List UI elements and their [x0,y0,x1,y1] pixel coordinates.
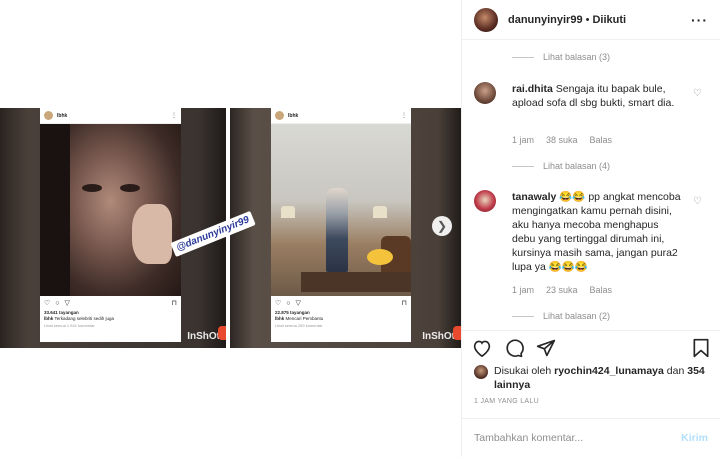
post-timestamp[interactable]: 1 JAM YANG LALU [474,398,539,405]
screenshot-actions: ♡ ○ ▽ ⊓ [271,296,411,310]
screenshot-username: lbhk [288,112,299,119]
post-media: lbhk ⋮ ♡ ○ ▽ ⊓ 33.641 tayangan lbhk Terk… [0,0,461,457]
heart-icon [473,340,491,357]
next-slide-button[interactable]: ❯ [432,216,452,236]
instagram-post-view: lbhk ⋮ ♡ ○ ▽ ⊓ 33.641 tayangan lbhk Terk… [0,0,720,457]
more-options-icon[interactable]: ··· [691,12,708,28]
bookmark-icon: ⊓ [401,300,407,307]
reply-button[interactable]: Balas [590,135,613,145]
comment-body: rai.dhita Sengaja itu bapak bule, apload… [512,82,682,110]
comment-body: tanawaly 😂😂 pp angkat mencoba mengingatk… [512,190,682,274]
screenshot-avatar [44,111,53,120]
more-icon: ⋮ [401,113,407,119]
post-comment-button[interactable]: Kirim [681,432,708,444]
heart-icon: ♡ [275,300,282,307]
likes-prefix: Disukai oleh [494,365,552,377]
screenshot-view-all: Lihat semua 259 komentar [275,323,323,328]
comment-time: 1 jam [512,135,535,145]
screenshot-actions: ♡ ○ ▽ ⊓ [40,296,181,310]
video-panel-left: lbhk ⋮ ♡ ○ ▽ ⊓ 33.641 tayangan lbhk Terk… [0,108,226,348]
screenshot-avatar [275,111,284,120]
pointing-hand-emoji [367,249,393,265]
comments-list[interactable]: Lihat balasan (3) rai.dhita Sengaja itu … [462,40,720,330]
liker-avatar[interactable] [474,365,488,379]
header-separator: • [585,13,590,26]
bookmark-icon [693,338,709,357]
screenshot-header: lbhk ⋮ [271,108,411,124]
save-button[interactable] [692,338,710,358]
commenter-avatar[interactable] [474,190,496,212]
comment-meta: 1 jam 23 suka Balas [512,285,612,295]
screenshot-username: lbhk [57,112,68,119]
screenshot-phone-left: lbhk ⋮ ♡ ○ ▽ ⊓ 33.641 tayangan lbhk Terk… [40,108,181,342]
video-collage[interactable]: lbhk ⋮ ♡ ○ ▽ ⊓ 33.641 tayangan lbhk Terk… [0,108,461,348]
follow-status-button[interactable]: Diikuti [592,14,626,26]
record-indicator [453,326,461,340]
comment-item: rai.dhita Sengaja itu bapak bule, apload… [474,82,708,110]
commenter-username[interactable]: tanawaly [512,191,556,203]
video-panel-right: lbhk ⋮ ♡ ○ ▽ ⊓ 22.875 tayangan lbhk Menc… [230,108,461,348]
liker-username[interactable]: ryochin424_lunamaya [554,365,664,377]
comment-likes[interactable]: 38 suka [546,135,578,145]
screenshot-phone-right: lbhk ⋮ ♡ ○ ▽ ⊓ 22.875 tayangan lbhk Menc… [271,108,411,342]
crying-woman-photo [40,124,181,296]
likes-middle: dan [666,365,685,377]
screenshot-caption: lbhk Terkadang selebriti sedih juga [44,316,114,321]
post-header: danunyinyir99 • Diikuti ··· [462,0,720,40]
screenshot-header: lbhk ⋮ [40,108,181,124]
vacuuming-man-photo [271,124,411,296]
commenter-avatar[interactable] [474,82,496,104]
post-side-panel: danunyinyir99 • Diikuti ··· Lihat balasa… [461,0,720,457]
like-comment-icon[interactable]: ♡ [693,196,702,207]
comment-item: tanawaly 😂😂 pp angkat mencoba mengingatk… [474,190,708,274]
comment-icon: ○ [55,299,60,307]
reply-button[interactable]: Balas [590,285,613,295]
bookmark-icon: ⊓ [171,300,177,307]
author-username[interactable]: danunyinyir99 [508,14,583,26]
share-button[interactable] [536,338,556,358]
post-actions [462,330,720,364]
likes-summary: Disukai oleh ryochin424_lunamaya dan 354… [474,364,712,392]
inshot-watermark: InShOt [187,331,220,342]
screenshot-caption: lbhk Mencari Pembantu [275,316,324,321]
share-icon: ▽ [64,300,70,307]
comment-icon: ○ [286,299,291,307]
commenter-username[interactable]: rai.dhita [512,83,553,95]
comment-button[interactable] [504,338,524,358]
like-comment-icon[interactable]: ♡ [693,88,702,99]
comment-text: 😂😂 pp angkat mencoba mengingatkan kamu p… [512,191,681,273]
screenshot-view-all: Lihat semua 1.541 komentar [44,323,95,328]
comment-meta: 1 jam 38 suka Balas [512,135,612,145]
heart-icon: ♡ [44,300,51,307]
add-comment-bar: Kirim [462,418,720,457]
like-button[interactable] [472,339,492,357]
view-replies-button[interactable]: Lihat balasan (2) [512,311,610,321]
author-avatar[interactable] [474,7,498,32]
record-indicator [218,326,226,340]
view-replies-button[interactable]: Lihat balasan (4) [512,161,610,171]
share-icon [536,339,556,356]
share-icon: ▽ [295,300,301,307]
chevron-right-icon: ❯ [436,219,448,233]
comment-time: 1 jam [512,285,535,295]
comment-icon [506,338,524,357]
view-replies-button[interactable]: Lihat balasan (3) [512,52,610,62]
more-icon: ⋮ [171,113,177,119]
inshot-watermark: InShOt [422,331,455,342]
comment-likes[interactable]: 23 suka [546,285,578,295]
comment-input[interactable] [474,432,682,444]
